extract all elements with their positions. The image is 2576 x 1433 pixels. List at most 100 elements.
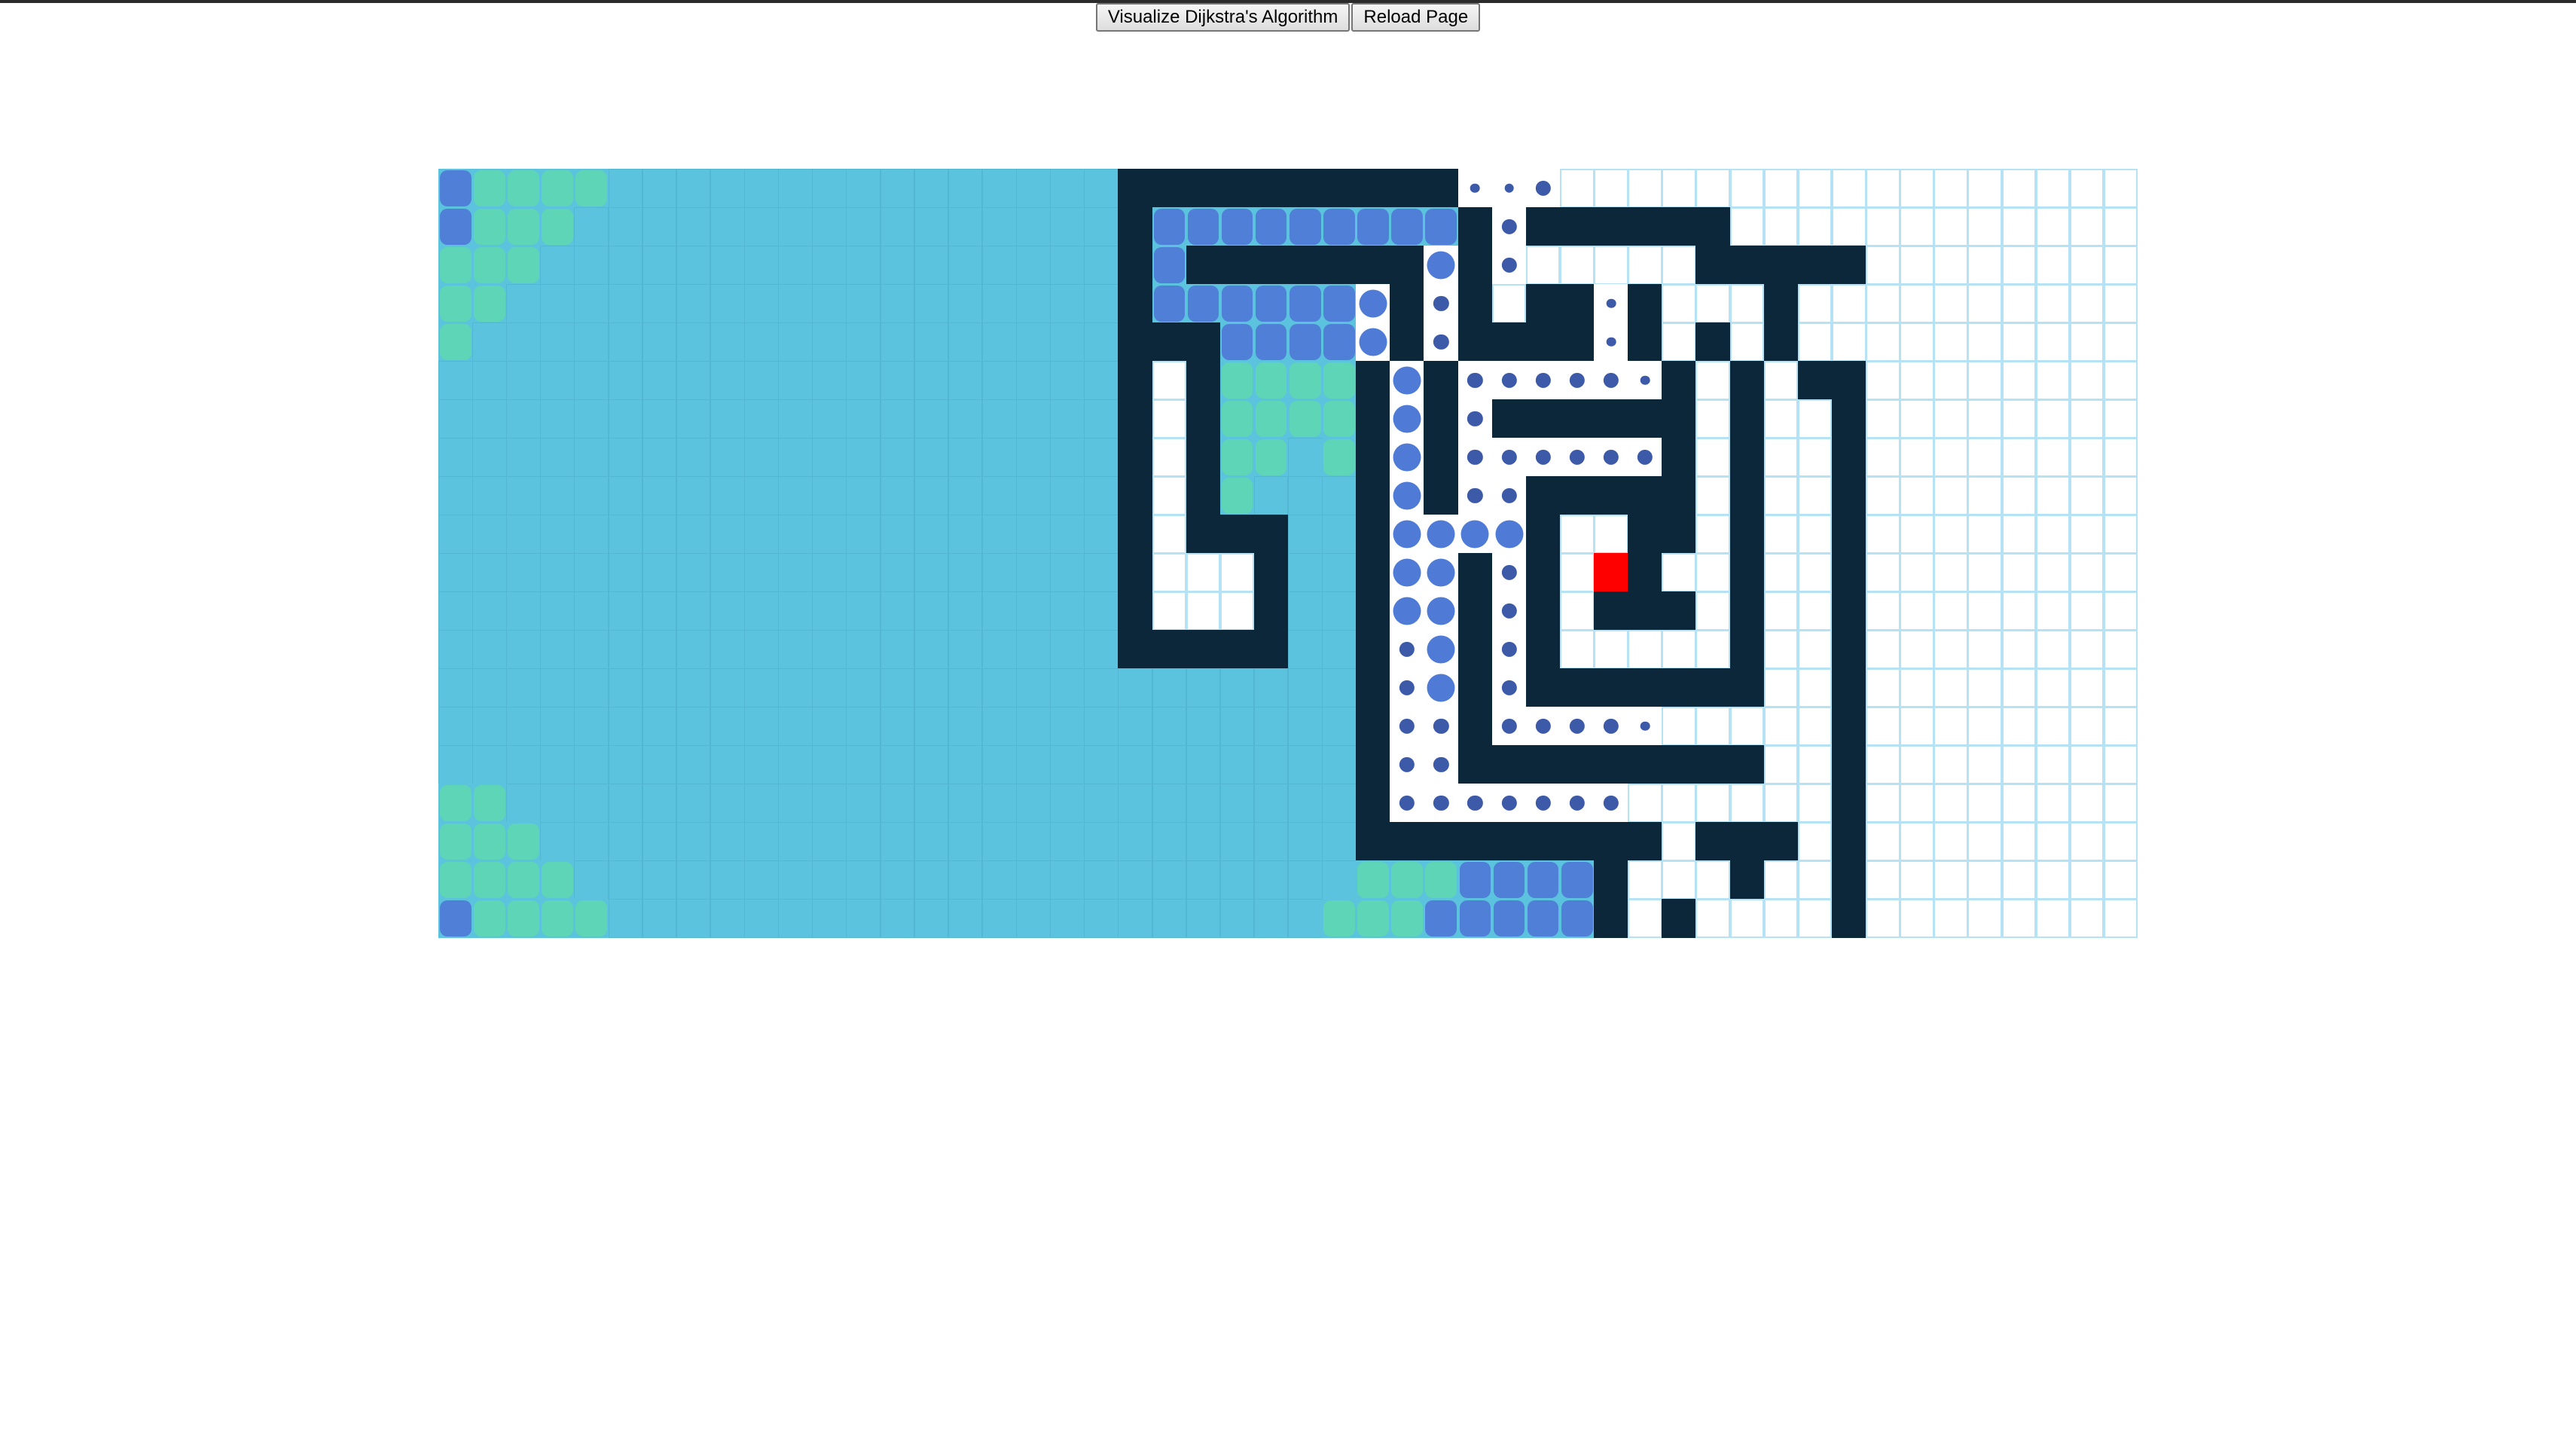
grid-cell-visited[interactable] [1050,899,1085,938]
grid-cell-wall[interactable] [1356,515,1390,554]
grid-cell-visited[interactable] [608,438,643,477]
grid-cell-wall[interactable] [1118,246,1152,285]
grid-cell-visited[interactable] [608,745,643,784]
grid-cell-empty[interactable] [2069,822,2104,861]
grid-cell-wall[interactable] [1831,899,1866,938]
grid-cell-visited[interactable] [1322,553,1357,592]
grid-cell-visited[interactable] [846,476,881,515]
grid-cell-visited[interactable] [1084,784,1119,823]
grid-cell-visited[interactable] [778,899,813,938]
grid-cell-visited[interactable] [642,246,677,285]
grid-cell-empty[interactable] [1695,784,1731,823]
grid-cell-empty[interactable] [1559,591,1595,631]
grid-cell-wall[interactable] [1559,476,1595,515]
grid-cell-visited[interactable] [1219,745,1255,784]
grid-cell-dot-medium[interactable] [1457,438,1493,477]
grid-cell-wall[interactable] [1559,745,1595,784]
grid-cell-empty[interactable] [1525,246,1561,285]
grid-cell-wall[interactable] [1457,322,1493,362]
grid-cell-visited[interactable] [914,630,949,669]
grid-cell-visited[interactable] [744,476,779,515]
grid-cell-frontier-node[interactable] [1322,284,1357,323]
grid-cell-wall[interactable] [1729,361,1765,400]
grid-cell-frontier-node-teal[interactable] [438,822,473,861]
grid-cell-empty[interactable] [1662,822,1696,861]
grid-cell-empty[interactable] [1967,707,2002,746]
grid-cell-dot-medium[interactable] [1525,361,1561,400]
grid-cell-wall[interactable] [1457,745,1493,784]
grid-cell-visited[interactable] [778,361,813,400]
grid-cell-dot-medium[interactable] [1390,707,1424,746]
grid-cell-empty[interactable] [1934,476,1968,515]
grid-cell-visited[interactable] [574,553,609,592]
grid-cell-visited[interactable] [608,630,643,669]
grid-cell-frontier-node-teal[interactable] [1356,860,1390,900]
grid-cell-empty[interactable] [1866,784,1900,823]
grid-cell-visited[interactable] [812,784,847,823]
grid-cell-visited[interactable] [710,169,745,208]
grid-cell-visited[interactable] [1253,668,1289,707]
grid-cell-wall[interactable] [1253,169,1289,208]
grid-cell-wall[interactable] [1525,630,1561,669]
grid-cell-wall[interactable] [1491,322,1527,362]
grid-cell-wall[interactable] [1525,591,1561,631]
grid-cell-visited[interactable] [981,591,1017,631]
grid-cell-visited[interactable] [676,246,711,285]
grid-cell-empty[interactable] [1831,284,1866,323]
grid-cell-visited[interactable] [880,630,915,669]
grid-cell-empty[interactable] [2069,476,2104,515]
grid-cell-visited[interactable] [574,322,609,362]
grid-cell-frontier-node-teal[interactable] [1219,476,1255,515]
grid-cell-visited[interactable] [880,860,915,900]
grid-cell-visited[interactable] [710,860,745,900]
grid-cell-empty[interactable] [1866,322,1900,362]
grid-cell-visited[interactable] [608,899,643,938]
grid-cell-empty[interactable] [1900,169,1934,208]
grid-cell-wall[interactable] [1559,822,1595,861]
grid-cell-wall[interactable] [1288,246,1323,285]
grid-cell-wall[interactable] [1118,591,1152,631]
grid-cell-dot-medium[interactable] [1491,630,1527,669]
grid-cell-wall[interactable] [1763,822,1799,861]
grid-cell-visited[interactable] [1186,668,1221,707]
grid-cell-empty[interactable] [1152,515,1187,554]
grid-cell-wall[interactable] [1525,822,1561,861]
grid-cell-visited[interactable] [880,476,915,515]
grid-cell-dot-large[interactable] [1390,515,1424,554]
grid-cell-visited[interactable] [1219,784,1255,823]
grid-cell-empty[interactable] [1662,169,1696,208]
grid-cell-visited[interactable] [642,438,677,477]
grid-cell-empty[interactable] [1797,476,1833,515]
grid-cell-visited[interactable] [540,361,575,400]
grid-cell-empty[interactable] [1967,476,2002,515]
grid-cell-visited[interactable] [1118,822,1152,861]
grid-cell-wall[interactable] [1662,476,1696,515]
grid-cell-visited[interactable] [778,322,813,362]
grid-cell-wall[interactable] [1695,745,1731,784]
grid-cell-wall[interactable] [1322,169,1357,208]
grid-cell-empty[interactable] [1934,784,1968,823]
grid-cell-visited[interactable] [540,784,575,823]
grid-cell-visited[interactable] [608,246,643,285]
grid-cell-empty[interactable] [2069,591,2104,631]
grid-cell-visited[interactable] [438,515,473,554]
grid-cell-wall[interactable] [1525,476,1561,515]
grid-cell-frontier-node-teal[interactable] [1219,399,1255,438]
grid-cell-frontier-node-teal[interactable] [1253,438,1289,477]
grid-cell-dot-large[interactable] [1356,284,1390,323]
grid-cell-wall[interactable] [1729,553,1765,592]
grid-cell-dot-medium[interactable] [1491,246,1527,285]
grid-cell-visited[interactable] [1084,399,1119,438]
grid-cell-visited[interactable] [744,668,779,707]
grid-cell-empty[interactable] [1900,246,1934,285]
grid-cell-wall[interactable] [1729,515,1765,554]
grid-cell-wall[interactable] [1628,553,1662,592]
grid-cell-frontier-node[interactable] [1288,284,1323,323]
grid-cell-visited[interactable] [506,630,541,669]
grid-cell-visited[interactable] [1016,284,1051,323]
grid-cell-visited[interactable] [948,860,983,900]
grid-cell-frontier-node-teal[interactable] [506,899,541,938]
grid-cell-frontier-node-teal[interactable] [1253,361,1289,400]
grid-cell-visited[interactable] [608,707,643,746]
grid-cell-visited[interactable] [1084,707,1119,746]
